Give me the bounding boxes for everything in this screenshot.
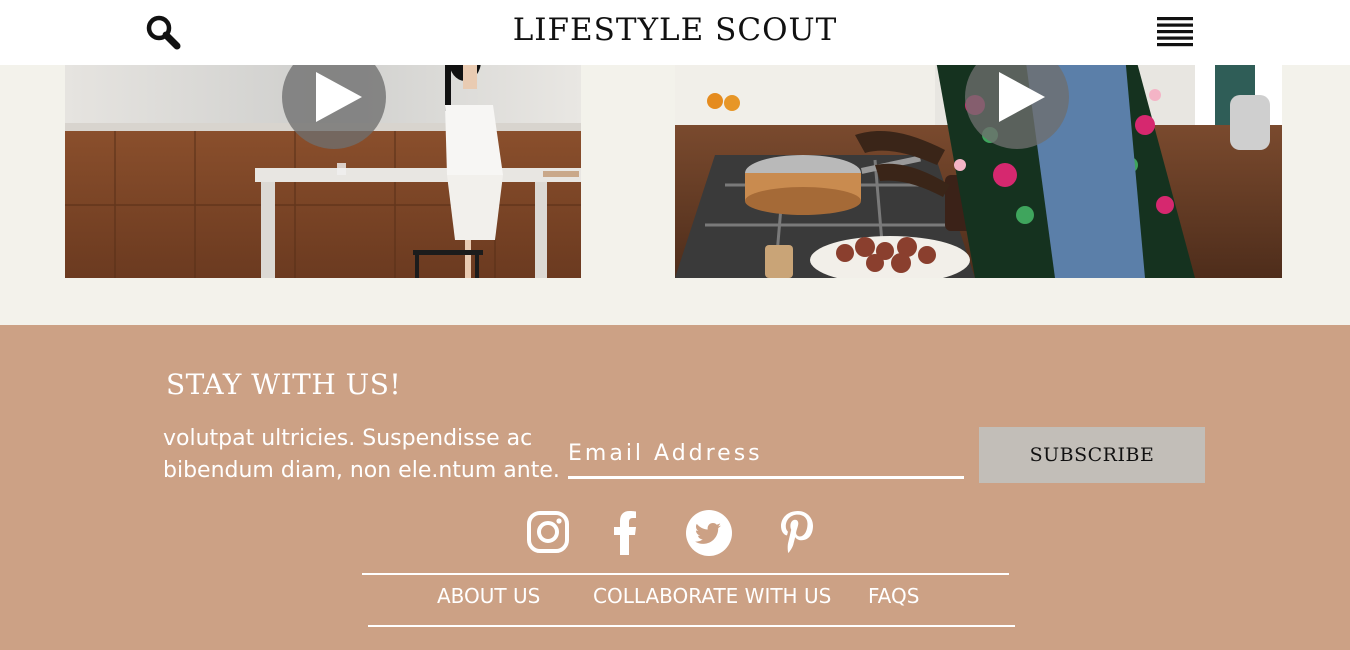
newsletter-description: volutpat ultricies. Suspendisse ac biben… bbox=[163, 426, 560, 483]
video-thumbnail-1[interactable] bbox=[65, 65, 581, 278]
search-icon[interactable] bbox=[144, 14, 184, 54]
facebook-icon[interactable] bbox=[612, 511, 638, 555]
footer-divider-bottom bbox=[368, 625, 1015, 627]
footer-link-faqs[interactable]: FAQS bbox=[868, 584, 919, 608]
pinterest-icon[interactable] bbox=[780, 511, 814, 555]
footer-link-about-us[interactable]: ABOUT US bbox=[437, 584, 540, 608]
site-title[interactable]: LIFESTYLE SCOUT bbox=[0, 12, 1350, 48]
email-field[interactable] bbox=[568, 430, 964, 479]
footer-divider-top bbox=[362, 573, 1009, 575]
instagram-icon[interactable] bbox=[526, 510, 570, 554]
video-thumbnail-2[interactable] bbox=[675, 65, 1282, 278]
subscribe-button[interactable]: SUBSCRIBE bbox=[979, 427, 1205, 483]
footer-link-collaborate[interactable]: COLLABORATE WITH US bbox=[593, 584, 831, 608]
twitter-icon[interactable] bbox=[686, 510, 732, 556]
newsletter-heading: STAY WITH US! bbox=[166, 368, 402, 401]
site-header: LIFESTYLE SCOUT bbox=[0, 0, 1350, 65]
footer: STAY WITH US! volutpat ultricies. Suspen… bbox=[0, 325, 1350, 650]
video-section bbox=[0, 65, 1350, 325]
hamburger-menu-icon[interactable] bbox=[1155, 16, 1195, 50]
